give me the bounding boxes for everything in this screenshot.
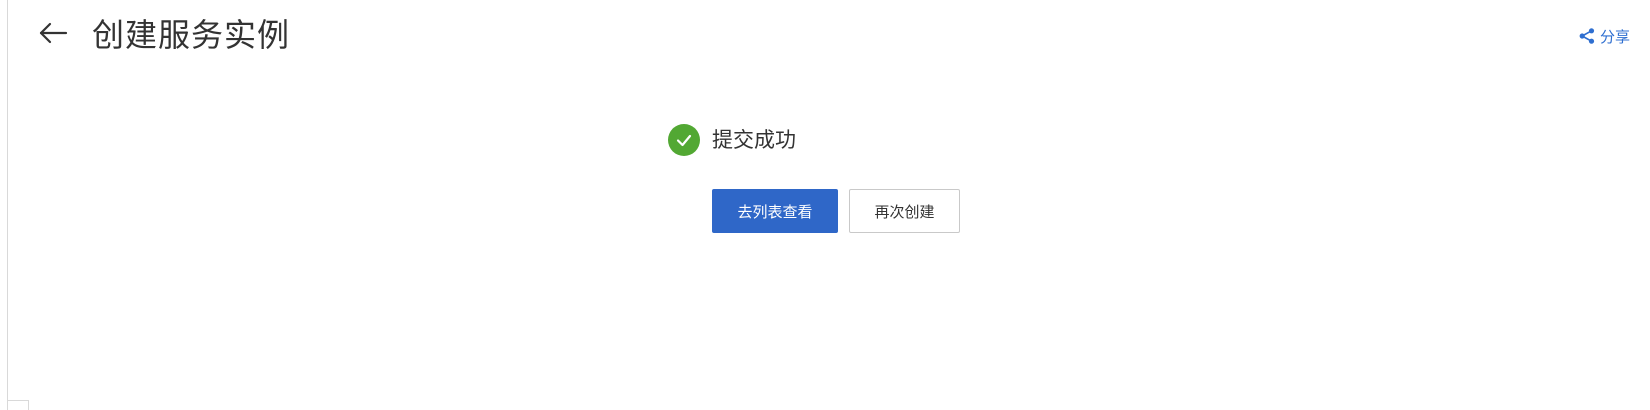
page-title: 创建服务实例: [92, 16, 291, 54]
result-message: 提交成功: [712, 128, 796, 152]
share-icon: [1578, 27, 1596, 45]
share-button[interactable]: 分享: [1578, 22, 1630, 50]
view-list-button[interactable]: 去列表查看: [712, 189, 838, 233]
arrow-left-icon: [38, 22, 68, 48]
left-border: [7, 0, 8, 410]
result-status: 提交成功: [668, 124, 796, 156]
page: 创建服务实例 分享 提交成功 去列表查看 再次创建: [0, 0, 1650, 410]
create-again-button[interactable]: 再次创建: [849, 189, 960, 233]
check-circle-icon: [668, 124, 700, 156]
back-button[interactable]: [36, 18, 70, 52]
corner-mark: [7, 400, 29, 410]
share-label: 分享: [1599, 27, 1630, 46]
